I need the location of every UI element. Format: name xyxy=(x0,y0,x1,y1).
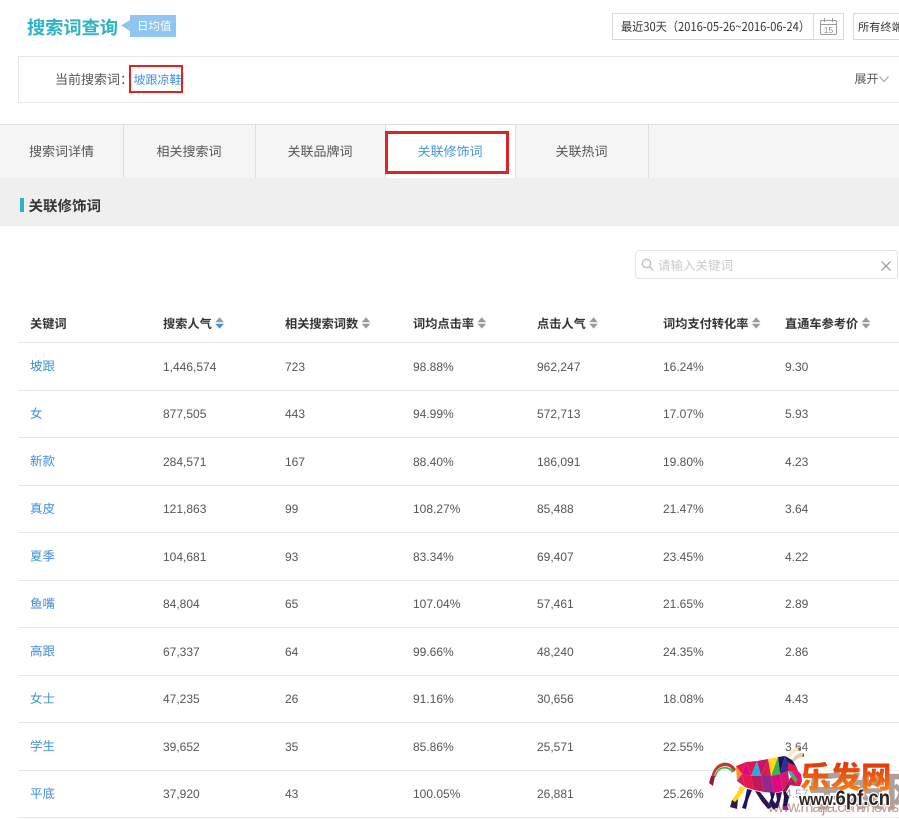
svg-text:15: 15 xyxy=(824,25,834,35)
